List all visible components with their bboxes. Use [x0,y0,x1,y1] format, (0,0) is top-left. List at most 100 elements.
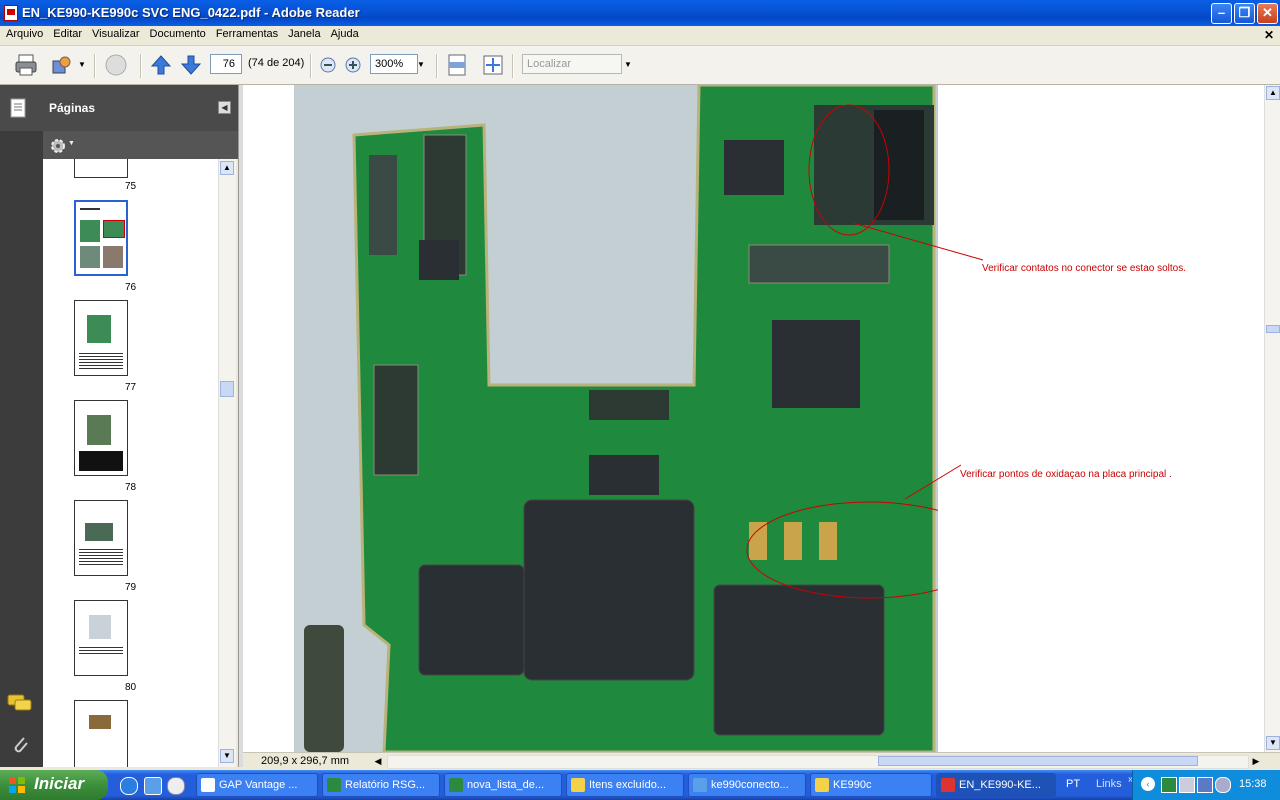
taskbar-item[interactable]: ke990conecto... [688,773,806,797]
next-page-icon[interactable] [180,53,202,77]
taskbar-item[interactable]: Itens excluído... [566,773,684,797]
hand-tool-icon[interactable] [104,53,130,77]
volume-icon[interactable] [1215,777,1231,793]
page-number-input[interactable]: 76 [210,54,242,74]
page-count: (74 de 204) [248,57,305,69]
annotation-leader-line [852,222,984,261]
start-button[interactable]: Iniciar [0,770,108,800]
toolbar-separator [94,54,96,78]
taskbar-item[interactable]: GAP Vantage ... [196,773,318,797]
pages-panel-title: Páginas [49,101,96,115]
page-thumbnail[interactable] [74,500,128,576]
restore-button[interactable]: ❐ [1234,3,1255,24]
page-thumbnail-current[interactable] [74,200,128,276]
annotation-note[interactable]: Verificar pontos de oxidaçao na placa pr… [960,468,1180,482]
print-icon[interactable] [14,53,38,77]
system-tray: ‹ 15:38 [1132,770,1280,800]
scroll-up-icon[interactable]: ▲ [220,161,234,175]
minimize-button[interactable]: – [1211,3,1232,24]
document-close-icon[interactable]: ✕ [1264,28,1274,42]
zoom-out-icon[interactable] [319,56,337,74]
menu-visualizar[interactable]: Visualizar [86,26,144,40]
thumbnail-label: 75 [124,181,137,192]
pdf-icon [941,778,955,792]
navigation-rail [0,85,43,767]
zoom-in-icon[interactable] [344,56,362,74]
page-thumbnail[interactable] [74,700,128,767]
annotation-note[interactable]: Verificar contatos no conector se estao … [982,262,1202,276]
close-button[interactable]: ✕ [1257,3,1278,24]
toolbar: ▼ 76 (74 de 204) 300% ▼ Localizar ▼ [0,46,1280,85]
app-icon [201,778,215,792]
taskbar-item[interactable]: nova_lista_de... [444,773,562,797]
thumbnail-label: 77 [124,382,137,393]
fit-width-icon[interactable] [446,53,468,77]
chevron-down-icon[interactable]: ▼ [417,60,425,69]
network-icon[interactable] [1179,777,1195,793]
attachment-icon[interactable] [9,733,31,757]
page-size-label: 209,9 x 296,7 mm [261,755,350,767]
media-player-icon[interactable] [167,777,185,795]
outlook-icon [571,778,585,792]
clock[interactable]: 15:38 [1239,778,1267,790]
language-indicator[interactable]: PT [1066,778,1080,790]
thumbnail-label: 80 [124,682,137,693]
document-view: Verificar contatos no conector se estao … [243,85,1264,752]
zoom-level-select[interactable]: 300% [370,54,418,74]
tray-app-icon[interactable] [1161,777,1177,793]
thumbnail-scrollbar[interactable]: ▲ ▼ [218,159,236,767]
links-toolbar[interactable]: Links [1096,778,1122,790]
desktop-icon[interactable] [144,777,162,795]
page-thumbnail[interactable] [74,159,128,178]
collapse-panel-button[interactable]: ◀ [218,101,231,114]
menu-janela[interactable]: Janela [282,26,324,40]
chevron-down-icon[interactable]: ▼ [624,60,632,69]
start-label: Iniciar [34,774,85,793]
fit-page-icon[interactable] [481,53,505,77]
windows-taskbar: Iniciar GAP Vantage ... Relatório RSG...… [0,770,1280,800]
menu-documento[interactable]: Documento [144,26,210,40]
menu-ferramentas[interactable]: Ferramentas [210,26,282,40]
collaborate-icon[interactable] [50,53,74,77]
thumbnail-label: 79 [124,582,137,593]
gear-icon[interactable] [49,137,67,155]
scroll-down-icon[interactable]: ▼ [220,749,234,763]
previous-page-icon[interactable] [150,53,172,77]
toolbar-separator [436,54,438,78]
menu-arquivo[interactable]: Arquivo [0,26,47,40]
scroll-thumb[interactable] [1266,325,1280,333]
scroll-right-icon[interactable]: ▶ [1249,754,1263,768]
scroll-thumb[interactable] [878,756,1198,766]
excel-icon [449,778,463,792]
document-scrollbar[interactable]: ▲ ▼ [1264,85,1280,752]
annotation-leader-line [904,464,962,500]
taskbar-item[interactable]: Relatório RSG... [322,773,440,797]
excel-icon [327,778,341,792]
toolbar-separator [140,54,142,78]
taskbar-item[interactable]: KE990c [810,773,932,797]
comments-icon[interactable] [7,693,33,713]
page-thumbnail[interactable] [74,600,128,676]
scroll-left-icon[interactable]: ◀ [371,754,385,768]
scroll-thumb[interactable] [220,381,234,397]
taskbar-item-active[interactable]: EN_KE990-KE... [936,773,1056,797]
panel-options-bar: ▼ [43,131,238,159]
circuit-board-photo [294,85,938,752]
pages-panel-header: Páginas ◀ [0,85,238,131]
menu-bar: Arquivo Editar Visualizar Documento Ferramen… [0,26,1280,46]
page-thumbnail[interactable] [74,400,128,476]
pages-icon[interactable] [9,97,29,121]
find-input[interactable]: Localizar [522,54,622,74]
menu-editar[interactable]: Editar [47,26,86,40]
chevron-down-icon[interactable]: ▼ [78,60,86,69]
scroll-down-icon[interactable]: ▼ [1266,736,1280,750]
window-title: EN_KE990-KE990c SVC ENG_0422.pdf - Adobe… [22,5,360,20]
tray-app-icon[interactable] [1197,777,1213,793]
internet-explorer-icon[interactable] [120,777,138,795]
scroll-up-icon[interactable]: ▲ [1266,86,1280,100]
chevron-down-icon[interactable]: ▼ [68,140,75,147]
menu-ajuda[interactable]: Ajuda [325,26,363,40]
chevron-left-icon[interactable]: ‹ [1141,777,1155,791]
horizontal-scroll-track[interactable] [387,755,1249,769]
page-thumbnail[interactable] [74,300,128,376]
